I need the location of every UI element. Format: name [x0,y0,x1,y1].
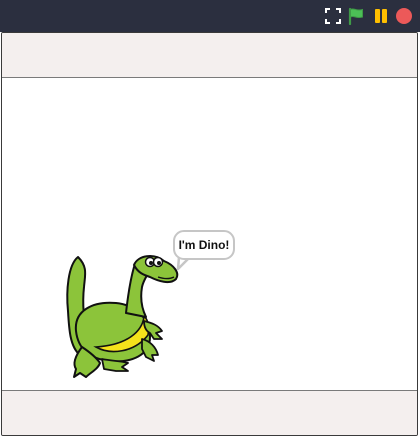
pause-icon [375,9,387,23]
green-flag-button[interactable] [345,5,367,27]
stage-bottom-band [2,390,417,435]
fullscreen-button[interactable] [322,5,344,27]
fullscreen-icon [325,8,341,24]
pause-button[interactable] [370,5,392,27]
player-toolbar [0,0,420,32]
stage-top-band [2,33,417,78]
speech-bubble: I'm Dino! [173,230,235,260]
green-flag-icon [348,7,363,25]
speech-text: I'm Dino! [178,238,230,252]
stop-icon [396,8,412,24]
player-window: I'm Dino! [0,0,420,438]
stop-button[interactable] [393,5,415,27]
stage[interactable]: I'm Dino! [1,32,418,436]
dino-sprite[interactable] [58,251,182,381]
